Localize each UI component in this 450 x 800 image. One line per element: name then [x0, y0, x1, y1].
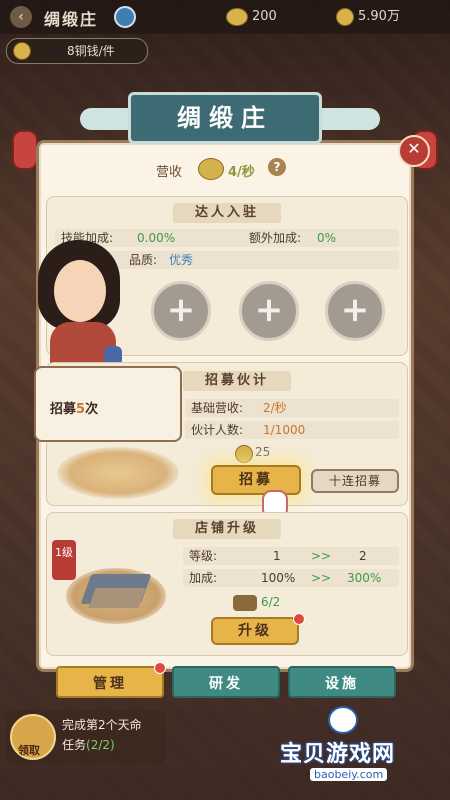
tooltip-count: 5	[76, 402, 86, 417]
coin-stack-icon	[198, 158, 224, 180]
quality-label: 品质:	[129, 253, 158, 267]
base-income-row: 基础营收: 2/秒	[185, 399, 399, 417]
quest-text: 完成第2个天命	[62, 718, 142, 732]
panel-title-banner: 绸缎庄	[128, 92, 322, 144]
tab-research[interactable]: 研发	[172, 666, 280, 698]
staff-count-label: 伙计人数:	[191, 423, 244, 437]
tooltip-prefix: 招募	[50, 402, 77, 417]
help-icon[interactable]: ?	[268, 158, 286, 176]
base-income-label: 基础营收:	[191, 401, 244, 415]
bonus-label: 加成:	[189, 571, 218, 585]
character-face	[54, 260, 106, 322]
close-button[interactable]: ✕	[398, 135, 430, 167]
talent-title: 达人入驻	[172, 203, 282, 223]
level-arrow: >>	[311, 549, 332, 563]
coin-icon	[235, 445, 253, 463]
extra-bonus-label: 额外加成:	[249, 231, 302, 245]
ingot-resource: 200	[226, 6, 277, 28]
income-value: 4/秒	[228, 165, 255, 180]
recruit-cost: 25	[255, 445, 271, 459]
gamepad-logo-icon	[328, 706, 358, 734]
recruit-title: 招募伙计	[182, 371, 292, 391]
claim-label: 领取	[18, 744, 40, 757]
level-from: 1	[273, 549, 281, 563]
price-bar: 8铜钱/件	[6, 38, 148, 64]
top-bar: ‹ 绸缎庄 200 5.90万	[0, 0, 450, 34]
bonus-arrow: >>	[311, 571, 332, 585]
quest-progress: (2/2)	[86, 738, 115, 752]
add-talent-slot-2[interactable]: +	[239, 281, 299, 341]
upgrade-button[interactable]: 升级	[211, 617, 299, 645]
level-to: 2	[359, 549, 367, 563]
add-talent-slot-1[interactable]: +	[151, 281, 211, 341]
level-row: 等级: 1 >> 2	[183, 547, 399, 565]
coin-icon	[336, 7, 354, 26]
quality-value: 优秀	[169, 253, 194, 267]
staff-count-row: 伙计人数: 1/1000	[185, 421, 399, 439]
upgrade-notification-dot	[293, 613, 305, 625]
ingot-icon	[226, 7, 248, 26]
recruit-illustration	[57, 447, 179, 499]
bonus-from: 100%	[261, 571, 296, 585]
level-label: 等级:	[189, 549, 218, 563]
scroll-icon[interactable]: 领取	[10, 714, 56, 760]
tab-manage-dot	[154, 662, 166, 674]
globe-icon[interactable]	[114, 6, 136, 28]
ten-recruit-button[interactable]: 十连招募	[311, 469, 399, 493]
extra-bonus-value: 0%	[317, 231, 337, 245]
watermark-text: 宝贝游戏网	[280, 742, 396, 767]
shop-building-illustration	[56, 548, 174, 632]
tab-facility[interactable]: 设施	[288, 666, 396, 698]
material-count: 6/2	[261, 595, 281, 609]
panel-title: 绸缎庄	[177, 104, 273, 132]
site-watermark: 宝贝游戏网 baobeiy.com	[270, 706, 450, 794]
tab-manage[interactable]: 管理	[56, 666, 164, 698]
bonus-to: 300%	[347, 571, 382, 585]
bonus-row: 加成: 100% >> 300%	[183, 569, 399, 587]
coin-icon	[13, 42, 31, 60]
wood-material-icon	[233, 595, 257, 611]
recruit-button[interactable]: 招募	[211, 465, 301, 495]
base-income-value: 2/秒	[263, 401, 287, 415]
quest-tracker[interactable]: 领取 完成第2个天命 任务(2/2)	[6, 710, 166, 764]
price-label: 8铜钱/件	[67, 44, 115, 58]
quest-progress-line: 任务(2/2)	[62, 738, 115, 752]
character-portrait[interactable]	[32, 236, 132, 376]
coin-resource: 5.90万	[336, 6, 400, 28]
tooltip-suffix: 次	[85, 402, 99, 417]
lantern-left	[12, 130, 38, 170]
shop-name: 绸缎庄	[44, 10, 99, 29]
back-icon[interactable]: ‹	[10, 6, 32, 28]
recruit-count-tooltip: 招募5次	[34, 366, 182, 442]
shop-upgrade-title: 店铺升级	[172, 519, 282, 539]
watermark-url: baobeiy.com	[310, 768, 388, 781]
staff-count-value: 1/1000	[263, 423, 306, 437]
skill-bonus-value: 0.00%	[137, 231, 176, 245]
add-talent-slot-3[interactable]: +	[325, 281, 385, 341]
